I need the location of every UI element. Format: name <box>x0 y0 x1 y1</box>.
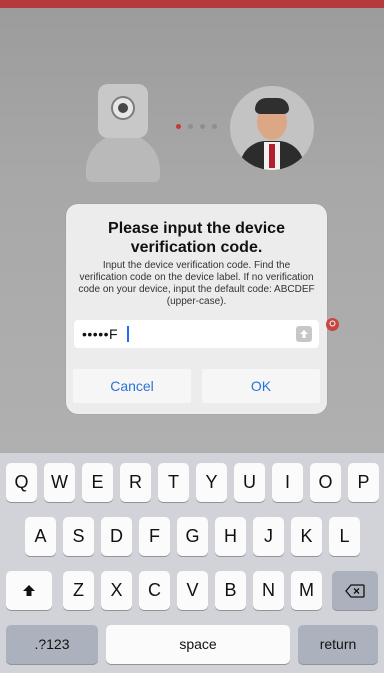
keyboard-toggle-icon[interactable] <box>296 326 312 342</box>
key-y[interactable]: Y <box>196 463 227 502</box>
progress-dot <box>212 124 217 129</box>
numbers-key[interactable]: .?123 <box>6 625 98 664</box>
key-a[interactable]: A <box>25 517 56 556</box>
error-badge <box>326 318 339 331</box>
camera-base <box>86 134 160 182</box>
backspace-icon <box>345 583 365 598</box>
key-g[interactable]: G <box>177 517 208 556</box>
progress-dot <box>200 124 205 129</box>
space-key[interactable]: space <box>106 625 290 664</box>
key-v[interactable]: V <box>177 571 208 610</box>
shift-icon <box>23 584 35 596</box>
status-bar <box>0 0 384 8</box>
dialog-title: Please input the device verification cod… <box>108 220 285 256</box>
key-h[interactable]: H <box>215 517 246 556</box>
key-j[interactable]: J <box>253 517 284 556</box>
key-z[interactable]: Z <box>63 571 94 610</box>
key-l[interactable]: L <box>329 517 360 556</box>
return-key[interactable]: return <box>298 625 378 664</box>
avatar-hair <box>255 98 289 114</box>
screen: Please input the device verification cod… <box>0 0 384 673</box>
key-u[interactable]: U <box>234 463 265 502</box>
key-o[interactable]: O <box>310 463 341 502</box>
verification-dialog: Please input the device verification cod… <box>66 204 327 414</box>
user-avatar-icon <box>230 86 314 170</box>
connecting-dots <box>176 124 220 130</box>
shift-key[interactable] <box>6 571 52 610</box>
key-b[interactable]: B <box>215 571 246 610</box>
progress-dot <box>188 124 193 129</box>
camera-head <box>98 84 148 138</box>
avatar-tie <box>269 144 275 168</box>
ok-button[interactable]: OK <box>202 369 320 403</box>
key-i[interactable]: I <box>272 463 303 502</box>
cancel-button[interactable]: Cancel <box>73 369 191 403</box>
verification-code-input[interactable]: •••••F <box>74 320 319 348</box>
key-n[interactable]: N <box>253 571 284 610</box>
text-caret <box>127 326 129 342</box>
dialog-message: Input the device verification code. Find… <box>78 260 315 307</box>
key-t[interactable]: T <box>158 463 189 502</box>
progress-dot-active <box>176 124 181 129</box>
key-c[interactable]: C <box>139 571 170 610</box>
input-value: •••••F <box>82 326 119 342</box>
up-arrow-glyph <box>300 330 308 338</box>
key-k[interactable]: K <box>291 517 322 556</box>
camera-lens <box>118 103 128 113</box>
alert-glyph <box>329 320 336 327</box>
key-w[interactable]: W <box>44 463 75 502</box>
key-f[interactable]: F <box>139 517 170 556</box>
key-p[interactable]: P <box>348 463 379 502</box>
key-e[interactable]: E <box>82 463 113 502</box>
on-screen-keyboard: Q W E R T Y U I O P A S D F G H J K L Z … <box>0 453 384 673</box>
key-r[interactable]: R <box>120 463 151 502</box>
key-s[interactable]: S <box>63 517 94 556</box>
camera-lens-ring <box>111 96 135 120</box>
key-d[interactable]: D <box>101 517 132 556</box>
key-x[interactable]: X <box>101 571 132 610</box>
camera-icon <box>86 84 160 182</box>
backspace-key[interactable] <box>332 571 378 610</box>
key-m[interactable]: M <box>291 571 322 610</box>
key-q[interactable]: Q <box>6 463 37 502</box>
